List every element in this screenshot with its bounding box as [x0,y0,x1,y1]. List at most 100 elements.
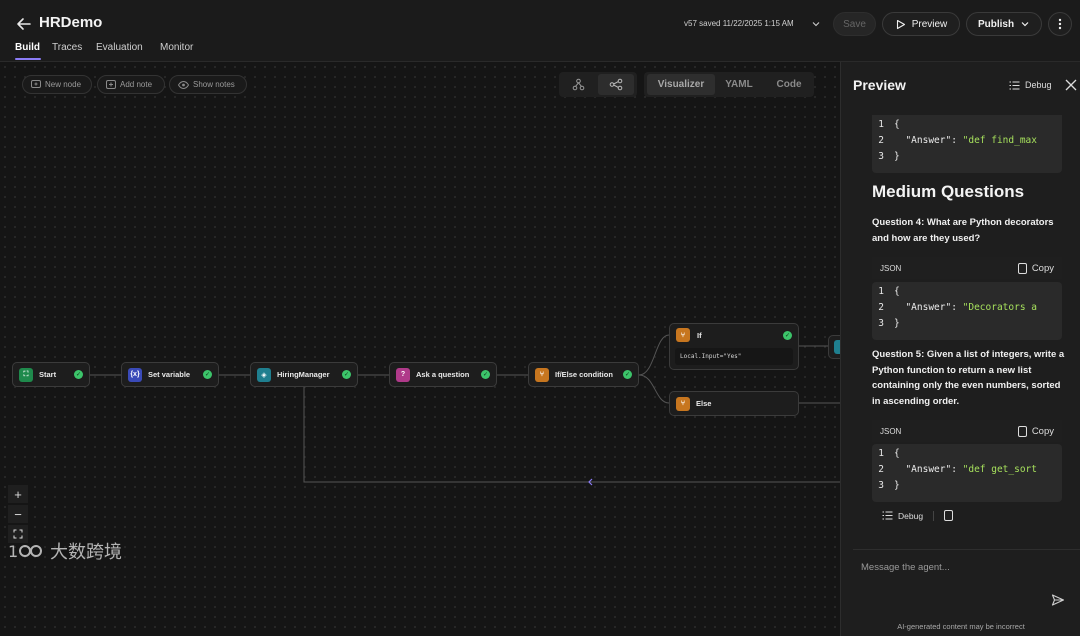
message-debug-button[interactable]: Debug [882,511,923,521]
line-number: 2 [878,464,884,475]
branch-icon: ⑂ [676,328,690,342]
line-number: 2 [878,135,884,146]
copy-button[interactable]: Copy [1017,425,1054,437]
code-text: } [894,480,900,491]
node-if-branch[interactable]: ⑂ If ✓ Local.Input="Yes" [669,323,799,370]
code-key: "Answer": [894,302,963,313]
line-number: 1 [878,119,884,130]
branch-icon: ⑂ [535,367,549,382]
panel-debug-button[interactable]: Debug [1009,80,1052,90]
line-number: 1 [878,448,884,459]
chat-transcript[interactable]: 1{ 2 "Answer": "def find_max 3} Medium Q… [841,102,1080,542]
code-key: "Answer": [894,464,963,475]
svg-text:1: 1 [8,542,18,561]
message-input[interactable] [861,559,1041,575]
edge-ifelse-if [638,334,670,376]
watermark-logo-icon: 1 [8,542,42,561]
code-line: 3} [872,318,1062,334]
copy-icon[interactable] [944,510,954,521]
back-arrow-icon[interactable] [14,14,34,34]
line-number: 2 [878,302,884,313]
preview-button[interactable]: Preview [882,12,960,36]
success-check-icon: ✓ [623,370,632,379]
code-text: } [894,151,900,162]
divider [933,510,935,521]
edge-ifelse-else [638,374,670,404]
code-line: 1{ [872,286,1062,302]
tab-build[interactable]: Build [15,42,40,53]
node-else-branch[interactable]: ⑂ Else [669,391,799,416]
question-icon: ? [396,367,410,382]
saved-status[interactable]: v57 saved 11/22/2025 1:15 AM [684,19,794,28]
variable-icon: {x} [128,367,142,382]
code-line: 2 "Answer": "Decorators a [872,302,1062,318]
active-tab-indicator [15,58,41,60]
code-line: 3} [872,480,1062,496]
code-block-header: JSON Copy [872,257,1062,279]
copy-icon [1017,425,1027,437]
success-check-icon: ✓ [481,370,490,379]
code-block: 1{ 2 "Answer": "Decorators a 3} [872,282,1062,340]
tab-monitor[interactable]: Monitor [160,42,193,53]
line-number: 3 [878,151,884,162]
code-block: 1{ 2 "Answer": "def get_sort 3} [872,444,1062,502]
code-text: { [894,448,900,459]
code-block-header: JSON Copy [872,420,1062,442]
node-start[interactable]: ⛶ Start ✓ [12,362,90,387]
node-ask-question-label: Ask a question [416,370,470,379]
branch-icon: ⑂ [676,396,690,411]
code-text: } [894,318,900,329]
start-icon: ⛶ [19,367,33,382]
send-icon[interactable] [1051,593,1065,607]
code-lang: JSON [880,426,902,436]
node-else-label: Else [696,399,712,408]
node-start-label: Start [39,370,57,379]
tab-evaluation[interactable]: Evaluation [96,42,143,53]
node-offscreen[interactable] [828,335,840,359]
more-vertical-icon [1058,18,1062,30]
success-check-icon: ✓ [74,370,83,379]
node-if-header: ⑂ If ✓ [676,327,792,343]
success-check-icon: ✓ [203,370,212,379]
line-number: 3 [878,480,884,491]
watermark: 1 大数跨境 [8,538,122,564]
code-string: "Decorators a [962,302,1037,313]
save-button[interactable]: Save [833,12,876,36]
close-icon[interactable] [1064,78,1078,92]
node-hiring-manager[interactable]: ◈ HiringManager ✓ [250,362,358,387]
zoom-out-button[interactable]: − [8,505,28,523]
question-5: Question 5: Given a list of integers, wr… [872,349,1065,407]
node-ask-question[interactable]: ? Ask a question ✓ [389,362,497,387]
zoom-in-button[interactable]: + [8,485,28,503]
workflow-canvas[interactable]: New node Add note Show notes Visualizer … [0,62,840,636]
preview-panel: Preview Debug 1{ 2 "Answer": "def find_m… [840,62,1080,636]
publish-label: Publish [977,18,1015,30]
code-string: "def get_sort [962,464,1037,475]
top-header: HRDemo Build Traces Evaluation Monitor v… [0,0,1080,62]
debug-list-icon [882,511,893,520]
code-text: { [894,119,900,130]
panel-title: Preview [853,77,906,93]
code-text: { [894,286,900,297]
panel-debug-label: Debug [1025,80,1052,90]
ai-disclaimer: AI-generated content may be incorrect [897,622,1025,631]
if-condition-expression: Local.Input="Yes" [675,348,793,365]
chevron-down-icon[interactable] [811,19,821,29]
publish-button[interactable]: Publish [966,12,1042,36]
copy-label: Copy [1031,262,1054,274]
code-line: 1{ [872,119,1062,135]
success-check-icon: ✓ [783,330,792,340]
copy-icon [1017,262,1027,274]
node-set-variable[interactable]: {x} Set variable ✓ [121,362,219,387]
debug-list-icon [1009,81,1020,89]
node-set-variable-label: Set variable [148,370,191,379]
code-line: 1{ [872,448,1062,464]
node-hiring-manager-label: HiringManager [277,370,330,379]
code-string: "def find_max [962,135,1037,146]
node-if-else-condition[interactable]: ⑂ If/Else condition ✓ [528,362,639,387]
tab-traces[interactable]: Traces [52,42,82,53]
copy-button[interactable]: Copy [1017,262,1054,274]
node-if-label: If [697,330,702,340]
code-key: "Answer": [894,135,963,146]
more-options-button[interactable] [1048,12,1072,36]
